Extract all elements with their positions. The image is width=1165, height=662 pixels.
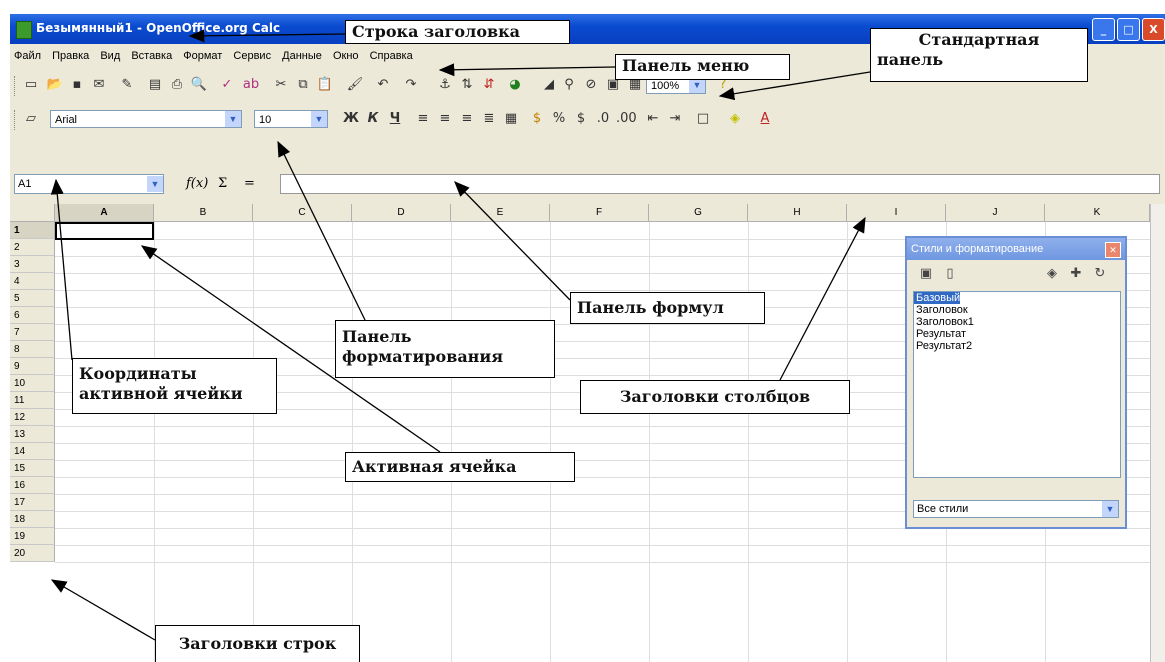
callout-cell-coords-line2: активной ячейки xyxy=(79,384,243,403)
callout-standard-panel: Стандартная панель xyxy=(870,28,1088,82)
callout-active-cell: Активная ячейка xyxy=(345,452,575,482)
callout-standard-panel-line1: Стандартная xyxy=(918,30,1040,49)
callout-row-headers: Заголовки строк xyxy=(155,625,360,662)
callout-cell-coords-line1: Координаты xyxy=(79,364,197,383)
callout-column-headers: Заголовки столбцов xyxy=(580,380,850,414)
annotation-arrows xyxy=(50,29,871,641)
callout-formula-panel: Панель формул xyxy=(570,292,765,324)
callout-format-panel-line1: Панель xyxy=(342,327,412,346)
format-panel-arrow xyxy=(277,140,366,321)
callout-format-panel-line2: форматирования xyxy=(342,347,504,366)
callout-menu-bar: Панель меню xyxy=(615,54,790,80)
callout-standard-panel-line2: панель xyxy=(877,50,944,69)
formula-panel-arrow xyxy=(454,181,571,301)
callout-cell-coords: Координаты активной ячейки xyxy=(72,358,277,414)
column-headers-arrow xyxy=(779,216,866,381)
title-bar-arrow xyxy=(188,29,346,43)
callout-title-bar: Строка заголовка xyxy=(345,20,570,44)
row-headers-arrow xyxy=(50,579,156,641)
cell-coords-arrow xyxy=(50,178,73,361)
menu-bar-arrow xyxy=(438,63,616,77)
callout-format-panel: Панель форматирования xyxy=(335,320,555,378)
